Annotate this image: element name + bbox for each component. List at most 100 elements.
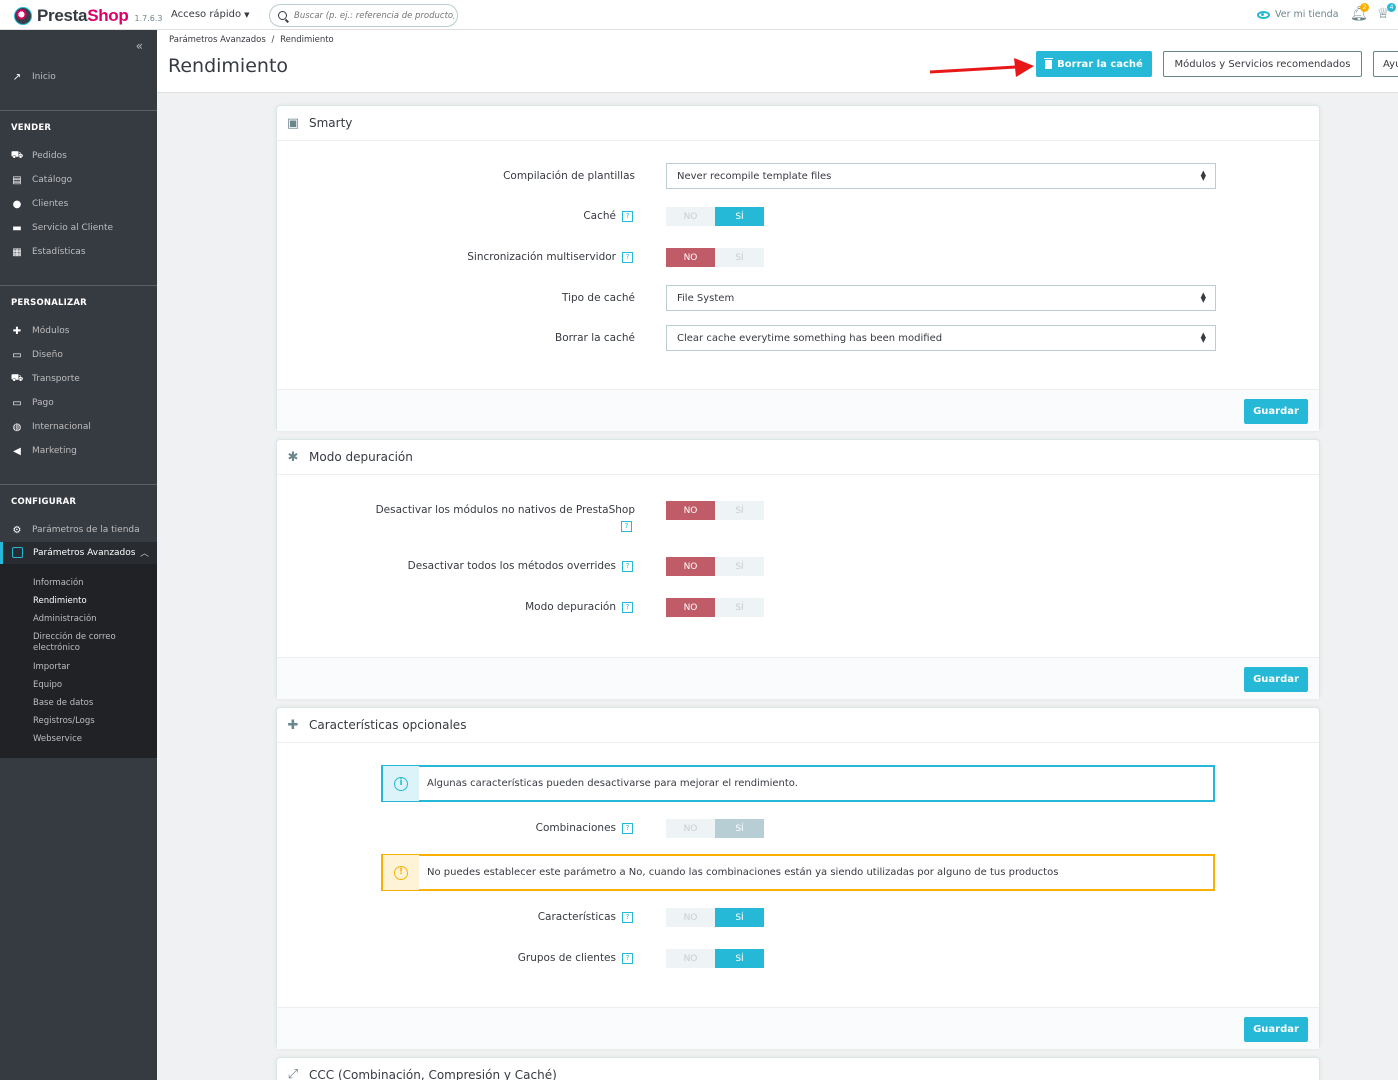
cache-type-select[interactable]: File System ▲ ▼	[666, 285, 1216, 311]
switch-yes[interactable]: SÍ	[715, 598, 764, 617]
search-box[interactable]	[269, 4, 458, 27]
sidebar-item-design[interactable]: ▭ Diseño	[11, 349, 63, 361]
sidebar-item-home[interactable]: ↗ Inicio	[11, 71, 56, 83]
eye-icon	[1257, 10, 1270, 19]
save-button[interactable]: Guardar	[1244, 1017, 1308, 1042]
submenu-item-administration[interactable]: Administración	[33, 614, 97, 625]
switch-yes[interactable]: SÍ	[715, 949, 764, 968]
debug-mode-panel: ✱ Modo depuración Desactivar los módulos…	[276, 439, 1320, 699]
switch-no[interactable]: NO	[666, 557, 715, 576]
help-icon[interactable]: ?	[622, 251, 633, 263]
sidebar-item-advanced-parameters[interactable]: Parámetros Avanzados ︿	[0, 542, 157, 564]
multiserver-label: Sincronización multiservidor?	[467, 251, 633, 263]
sidebar-item-payment[interactable]: ▭ Pago	[11, 397, 54, 409]
sidebar-item-catalog[interactable]: ▤ Catálogo	[11, 174, 72, 186]
switch-yes[interactable]: SÍ	[715, 207, 764, 226]
sidebar-footer	[0, 758, 157, 1080]
sidebar-item-stats[interactable]: ▦ Estadísticas	[11, 246, 85, 258]
switch-no[interactable]: NO	[666, 908, 715, 927]
breadcrumb: Parámetros Avanzados / Rendimiento	[169, 35, 334, 45]
page-title: Rendimiento	[168, 55, 289, 77]
template-compilation-select[interactable]: Never recompile template files ▲ ▼	[666, 163, 1216, 189]
disable-overrides-switch[interactable]: NO SÍ	[666, 557, 764, 576]
clear-cache-select[interactable]: Clear cache everytime something has been…	[666, 325, 1216, 351]
help-icon[interactable]: ?	[622, 822, 633, 834]
switch-no[interactable]: NO	[666, 598, 715, 617]
switch-yes: SÍ	[715, 819, 764, 838]
search-input[interactable]	[294, 10, 454, 21]
template-compilation-label: Compilación de plantillas	[503, 170, 635, 182]
submenu-item-performance[interactable]: Rendimiento	[33, 596, 87, 607]
submenu-item-team[interactable]: Equipo	[33, 680, 62, 691]
briefcase-icon: ▣	[286, 115, 300, 131]
info-alert: i Algunas características pueden desacti…	[381, 765, 1215, 802]
trending-icon: ↗	[12, 71, 22, 83]
warning-alert: ! No puedes establecer este parámetro a …	[381, 854, 1215, 891]
notifications-button[interactable]: 🔔︎ 2	[1350, 3, 1369, 24]
select-arrows-icon: ▲ ▼	[1200, 169, 1206, 182]
debug-mode-switch[interactable]: NO SÍ	[666, 598, 764, 617]
panel-footer: Guardar	[277, 1007, 1319, 1049]
account-icon: ●	[12, 198, 22, 210]
sidebar-item-international[interactable]: ◍ Internacional	[11, 421, 91, 433]
help-button[interactable]: Ayu	[1373, 51, 1398, 77]
help-icon[interactable]: ?	[622, 952, 633, 964]
prestashop-logo[interactable]: PrestaShop 1.7.6.3	[14, 6, 162, 26]
red-arrow-annotation	[930, 58, 1034, 77]
switch-yes[interactable]: SÍ	[715, 908, 764, 927]
breadcrumb-current: Rendimiento	[280, 35, 334, 45]
features-switch[interactable]: NO SÍ	[666, 908, 764, 927]
features-label: Características?	[538, 911, 633, 923]
panel-footer: Guardar	[277, 389, 1319, 431]
submenu-item-logs[interactable]: Registros/Logs	[33, 716, 95, 727]
achievements-button[interactable]: ♕ 4	[1377, 3, 1396, 24]
breadcrumb-parent[interactable]: Parámetros Avanzados	[169, 35, 266, 45]
switch-no[interactable]: NO	[666, 248, 715, 267]
sidebar-item-customers[interactable]: ● Clientes	[11, 198, 69, 210]
sidebar-item-shop-parameters[interactable]: ⚙ Parámetros de la tienda	[11, 524, 140, 536]
help-icon[interactable]: ?	[622, 560, 633, 572]
multiserver-switch[interactable]: NO SÍ	[666, 248, 764, 267]
switch-no[interactable]: NO	[666, 207, 715, 226]
cache-switch[interactable]: NO SÍ	[666, 207, 764, 226]
quick-access-dropdown[interactable]: Acceso rápido ▼	[171, 9, 250, 20]
switch-yes[interactable]: SÍ	[715, 248, 764, 267]
submenu-item-webservice[interactable]: Webservice	[33, 734, 82, 745]
submenu-item-import[interactable]: Importar	[33, 662, 70, 673]
submenu-item-email[interactable]: Dirección de correo electrónico	[33, 632, 133, 654]
clear-cache-label: Borrar la caché	[555, 332, 635, 344]
submenu-item-information[interactable]: Información	[33, 578, 84, 589]
customer-groups-label: Grupos de clientes?	[518, 952, 633, 964]
sidebar-item-modules[interactable]: ✚ Módulos	[11, 325, 70, 337]
collapse-sidebar-icon[interactable]: «	[136, 39, 143, 53]
sidebar-item-orders[interactable]: ⛟ Pedidos	[11, 150, 67, 162]
trash-icon	[1044, 57, 1054, 69]
select-arrows-icon: ▲ ▼	[1200, 291, 1206, 304]
sidebar-item-marketing[interactable]: ◀ Marketing	[11, 445, 77, 457]
search-icon	[278, 11, 287, 20]
switch-yes[interactable]: SÍ	[715, 557, 764, 576]
help-icon[interactable]: ?	[622, 911, 633, 923]
select-arrows-icon: ▲ ▼	[1200, 331, 1206, 344]
help-icon[interactable]: ?	[621, 521, 632, 532]
help-icon[interactable]: ?	[622, 601, 633, 613]
sidebar-item-shipping[interactable]: ⛟ Transporte	[11, 373, 80, 385]
customer-groups-switch[interactable]: NO SÍ	[666, 949, 764, 968]
sidebar-item-customer-service[interactable]: ▬ Servicio al Cliente	[11, 222, 113, 234]
switch-no[interactable]: NO	[666, 949, 715, 968]
save-button[interactable]: Guardar	[1244, 667, 1308, 692]
help-icon[interactable]: ?	[622, 210, 633, 222]
disable-non-native-switch[interactable]: NO SÍ	[666, 501, 764, 520]
puzzle-icon: ✚	[12, 325, 22, 337]
gear-icon: ⚙	[12, 524, 22, 536]
fullscreen-icon: ⤢	[287, 1067, 299, 1080]
switch-yes[interactable]: SÍ	[715, 501, 764, 520]
clear-cache-button[interactable]: Borrar la caché	[1036, 51, 1152, 77]
switch-no[interactable]: NO	[666, 501, 715, 520]
view-shop-link[interactable]: Ver mi tienda	[1257, 9, 1339, 20]
submenu-item-database[interactable]: Base de datos	[33, 698, 93, 709]
sidebar: « ↗ Inicio VENDER ⛟ Pedidos ▤ Catálogo ● Cli…	[0, 30, 157, 758]
info-icon: i	[394, 776, 408, 791]
save-button[interactable]: Guardar	[1244, 399, 1308, 424]
recommended-modules-button[interactable]: Módulos y Servicios recomendados	[1163, 51, 1362, 77]
